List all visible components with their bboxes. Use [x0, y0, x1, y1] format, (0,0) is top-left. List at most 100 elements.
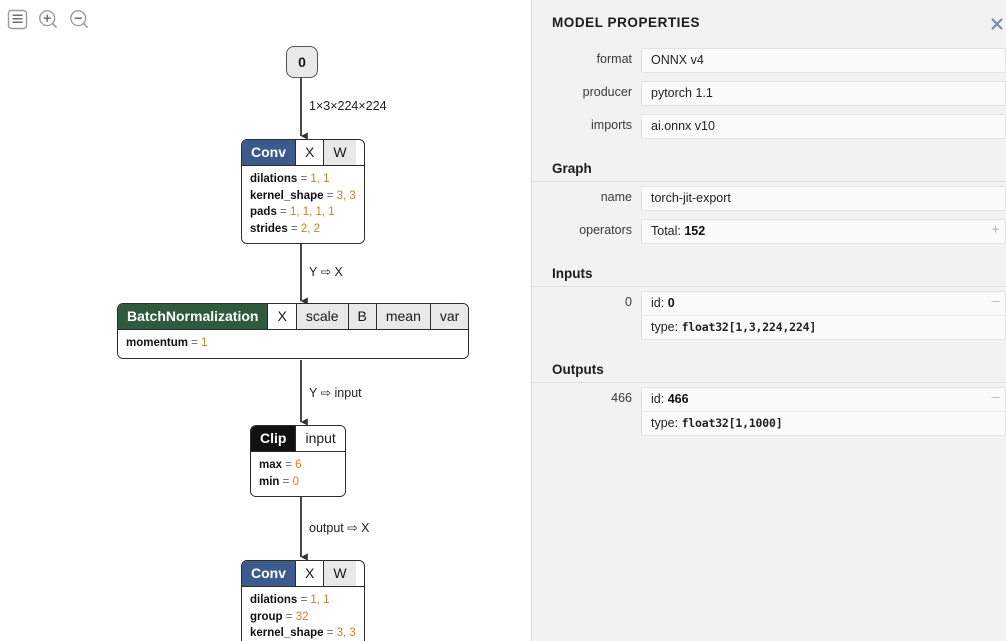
node-input-b[interactable]: B — [347, 304, 376, 329]
node-input-input[interactable]: input — [295, 426, 345, 451]
attribute-name: pads — [250, 206, 277, 218]
attribute-name: kernel_shape — [250, 627, 324, 639]
edge-label-y-to-input: Y ⇨ input — [309, 386, 362, 400]
node-header: Conv X W — [242, 561, 364, 586]
graph-node-conv-1[interactable]: Conv X W dilations = 1, 1 kernel_shape =… — [241, 139, 365, 244]
row-label: producer — [582, 85, 632, 99]
attribute-name: min — [259, 475, 280, 488]
id-value: 466 — [667, 392, 689, 406]
id-value: 0 — [667, 296, 675, 310]
row-label: format — [596, 52, 632, 66]
operators-prefix: Total: — [651, 224, 685, 238]
section-title-inputs: Inputs — [532, 258, 1006, 287]
attribute-name: dilations — [250, 173, 298, 185]
menu-icon[interactable] — [6, 8, 29, 31]
output-id-line: id: 466 — [642, 388, 1005, 411]
property-row-format: format ONNX v4 — [532, 44, 1006, 77]
node-input-x[interactable]: X — [267, 304, 296, 329]
node-header: BatchNormalization X scale B mean var — [118, 304, 469, 329]
node-attribute-row: dilations = 1, 1 — [250, 173, 330, 185]
attribute-value: 1, 1 — [310, 173, 330, 185]
graph-canvas[interactable]: 0 1×3×224×224 Y ⇨ X Y ⇨ input output ⇨ X… — [0, 0, 531, 641]
section-title-outputs: Outputs — [532, 354, 1006, 383]
row-field[interactable]: pytorch 1.1 — [641, 81, 1006, 106]
graph-node-conv-2[interactable]: Conv X W dilations = 1, 1 group = 32 ker… — [241, 560, 365, 641]
property-row-operators: operators Total: 152 + — [532, 215, 1006, 248]
row-value: ONNX v4 — [651, 53, 704, 67]
type-label: type: — [651, 320, 682, 334]
row-field[interactable]: ONNX v4 — [641, 48, 1006, 73]
node-type-label: Conv — [242, 561, 295, 586]
attribute-name: group — [250, 610, 283, 623]
row-value: Total: 152 — [642, 220, 1005, 243]
node-attribute-row: kernel_shape = 3, 3 — [250, 627, 356, 639]
panel-title: MODEL PROPERTIES — [552, 14, 701, 30]
attribute-value: 1, 1, 1, 1 — [289, 206, 335, 218]
graph-input-node[interactable]: 0 — [286, 46, 318, 78]
zoom-in-icon[interactable] — [37, 8, 60, 31]
operators-count: 152 — [684, 224, 706, 238]
node-input-mean[interactable]: mean — [375, 304, 430, 329]
type-value: float32[1,3,224,224] — [681, 320, 817, 334]
node-attribute-row: momentum = 1 — [126, 337, 208, 349]
node-attribute-row: max = 6 — [259, 459, 302, 471]
app-root: 0 1×3×224×224 Y ⇨ X Y ⇨ input output ⇨ X… — [0, 0, 1006, 641]
output-type-line: type: float32[1,1000] — [642, 411, 1005, 435]
node-input-var[interactable]: var — [429, 304, 469, 329]
id-label: id: — [651, 392, 668, 406]
row-value: pytorch 1.1 — [651, 86, 713, 100]
close-icon[interactable] — [986, 13, 1006, 35]
node-input-w[interactable]: W — [323, 140, 356, 165]
edge-label-y-to-x: Y ⇨ X — [309, 265, 343, 279]
attribute-name: momentum — [126, 337, 188, 349]
panel-body: format ONNX v4 producer pytorch 1.1 impo… — [532, 44, 1006, 440]
row-field[interactable]: torch-jit-export — [641, 186, 1006, 211]
node-attributes: momentum = 1 — [118, 329, 469, 358]
row-field[interactable]: id: 466 type: float32[1,1000] – — [641, 387, 1006, 436]
node-type-label: Conv — [242, 140, 295, 165]
node-header: Clip input — [251, 426, 345, 451]
input-row-0: 0 id: 0 type: float32[1,3,224,224] – — [532, 287, 1006, 344]
edge-label-output-to-x: output ⇨ X — [309, 521, 370, 535]
node-input-x[interactable]: X — [295, 561, 324, 586]
graph-node-batchnormalization[interactable]: BatchNormalization X scale B mean var mo… — [117, 303, 470, 359]
row-field[interactable]: ai.onnx v10 — [641, 114, 1006, 139]
node-attribute-row: dilations = 1, 1 — [250, 594, 330, 606]
property-row-producer: producer pytorch 1.1 — [532, 77, 1006, 110]
collapse-icon[interactable]: – — [990, 391, 1001, 404]
canvas-toolbar — [0, 0, 91, 31]
type-label: type: — [651, 416, 682, 430]
row-field[interactable]: id: 0 type: float32[1,3,224,224] – — [641, 291, 1006, 340]
node-input-scale[interactable]: scale — [295, 304, 348, 329]
attribute-value: 1, 1 — [310, 594, 330, 606]
node-attributes: dilations = 1, 1 group = 32 kernel_shape… — [242, 586, 364, 641]
node-input-w[interactable]: W — [323, 561, 356, 586]
node-attribute-row: group = 32 — [250, 610, 309, 623]
row-value: ai.onnx v10 — [651, 119, 715, 133]
section-title-graph: Graph — [532, 153, 1006, 182]
attribute-value: 3, 3 — [336, 627, 356, 639]
panel-header: MODEL PROPERTIES — [532, 0, 1006, 44]
attribute-name: kernel_shape — [250, 189, 324, 202]
row-label: 466 — [611, 391, 632, 405]
collapse-icon[interactable]: – — [990, 295, 1001, 308]
row-value: torch-jit-export — [651, 191, 731, 205]
node-header: Conv X W — [242, 140, 364, 165]
node-type-label: Clip — [251, 426, 296, 451]
attribute-name: max — [259, 459, 283, 471]
zoom-out-icon[interactable] — [68, 8, 91, 31]
edge-label-tensor-shape: 1×3×224×224 — [309, 99, 387, 113]
graph-node-clip[interactable]: Clip input max = 6 min = 0 — [250, 425, 346, 497]
type-value: float32[1,1000] — [681, 416, 783, 430]
node-input-x[interactable]: X — [295, 140, 324, 165]
attribute-value: 32 — [295, 610, 309, 623]
row-field[interactable]: Total: 152 + — [641, 219, 1006, 244]
expand-icon[interactable]: + — [990, 223, 1001, 236]
attribute-value: 1 — [201, 337, 208, 349]
attribute-value: 6 — [295, 459, 302, 471]
node-attributes: dilations = 1, 1 kernel_shape = 3, 3 pad… — [242, 165, 364, 243]
row-label: name — [600, 190, 632, 204]
row-label: 0 — [625, 295, 632, 309]
row-label: operators — [579, 223, 632, 237]
node-type-label: BatchNormalization — [118, 304, 268, 329]
